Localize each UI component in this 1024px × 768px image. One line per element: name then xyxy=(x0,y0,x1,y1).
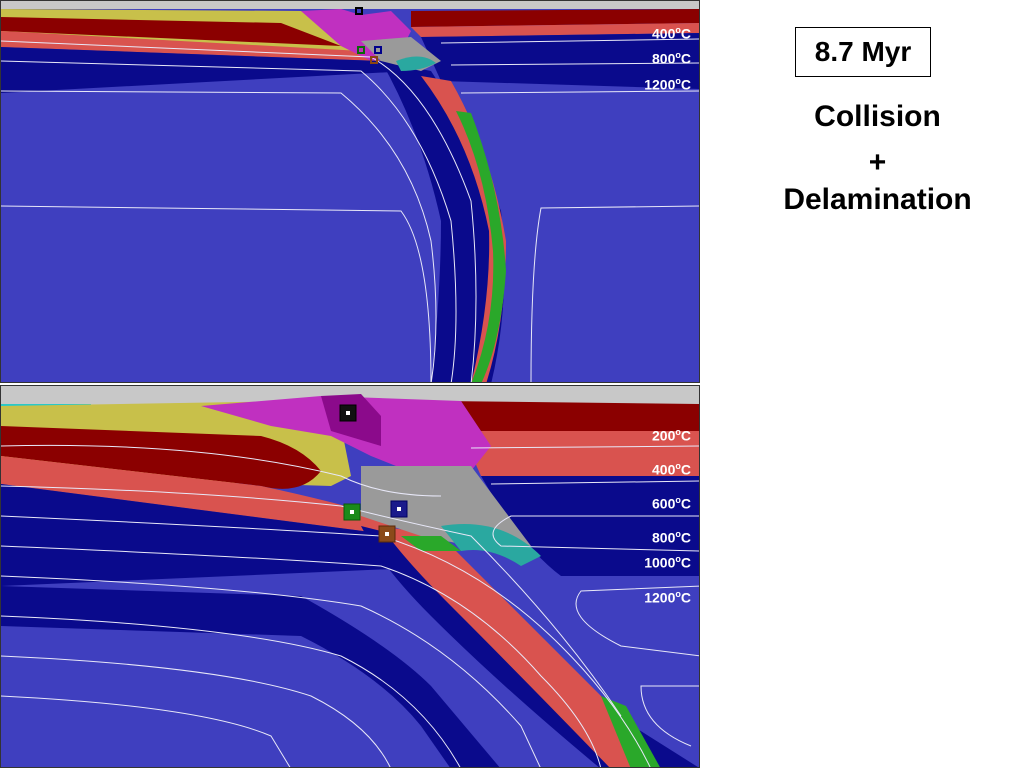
isotherm-label: 800oC xyxy=(652,50,691,67)
caption-line-2: + xyxy=(868,146,887,179)
model-panel-top: 400oC 800oC 1200oC xyxy=(0,0,700,383)
isotherm-label: 1200oC xyxy=(644,76,691,93)
isotherm-label: 1200oC xyxy=(644,589,691,606)
caption-line-1: Collision xyxy=(814,100,941,133)
isotherm-label: 200oC xyxy=(652,427,691,444)
isotherm-label: 400oC xyxy=(652,461,691,478)
top-panel-graphic xyxy=(1,1,699,382)
model-panel-bottom: 200oC 400oC 600oC 800oC 1000oC 1200oC xyxy=(0,385,700,768)
isotherm-label: 800oC xyxy=(652,529,691,546)
bottom-panel-graphic xyxy=(1,386,699,767)
isotherm-label: 400oC xyxy=(652,25,691,42)
time-label: 8.7 Myr xyxy=(795,27,931,77)
caption-line-3: Delamination xyxy=(783,183,972,216)
isotherm-label: 1000oC xyxy=(644,554,691,571)
isotherm-label: 600oC xyxy=(652,495,691,512)
